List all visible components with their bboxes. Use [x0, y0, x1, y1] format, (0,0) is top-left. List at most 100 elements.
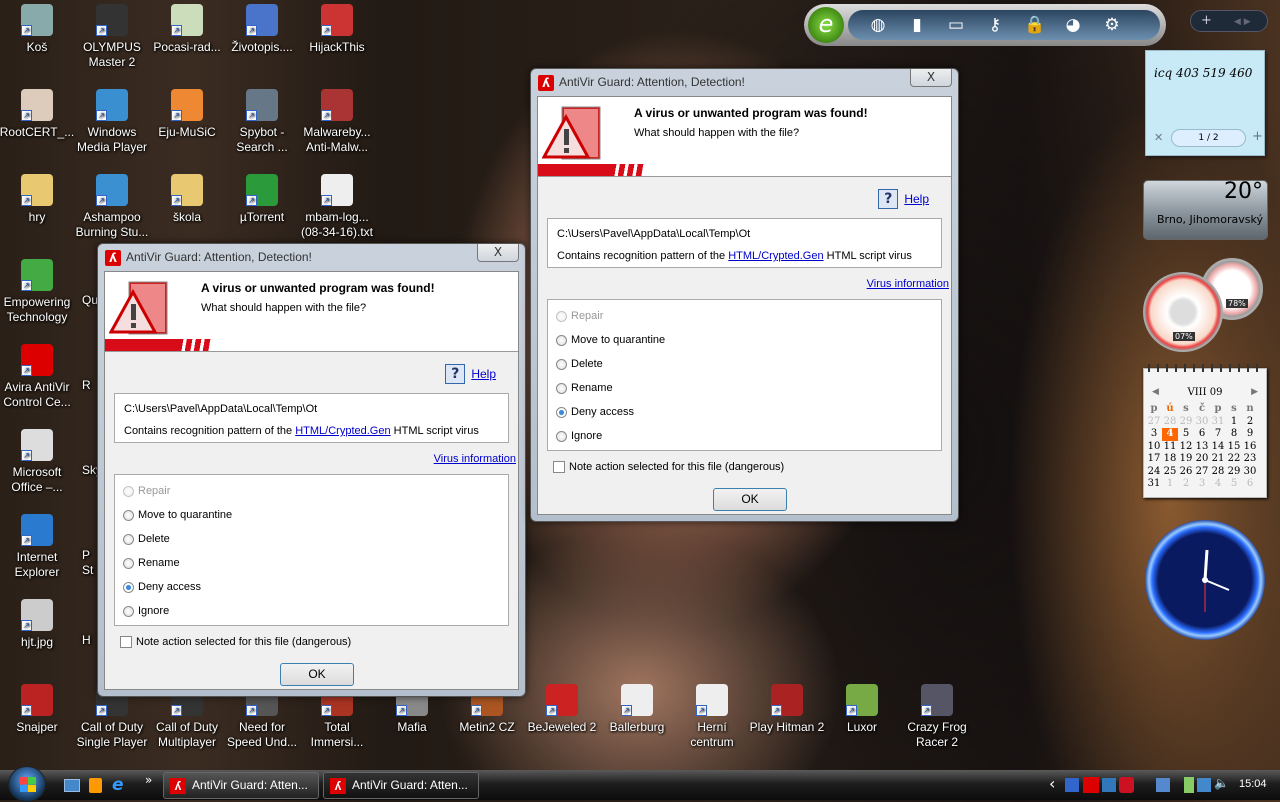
close-button[interactable]: X: [910, 69, 952, 87]
radio[interactable]: [123, 533, 134, 545]
radio[interactable]: [123, 605, 134, 617]
lock-icon[interactable]: 🔒: [1024, 15, 1045, 35]
calendar-day[interactable]: 14: [1210, 441, 1226, 454]
option-delete[interactable]: Delete: [123, 533, 170, 545]
calendar-day[interactable]: 29: [1226, 466, 1242, 479]
option-rename[interactable]: Rename: [556, 382, 613, 394]
close-button[interactable]: X: [477, 244, 519, 262]
calendar-today[interactable]: 4: [1162, 428, 1178, 441]
tray-window-icon[interactable]: [1156, 778, 1170, 792]
option-repair[interactable]: Repair: [556, 310, 603, 322]
desktop-icon[interactable]: ↗ Ashampoo Burning Stu...: [74, 174, 150, 240]
radio[interactable]: [556, 334, 567, 346]
calendar-day[interactable]: 16: [1242, 441, 1258, 454]
ok-button[interactable]: OK: [713, 488, 787, 511]
note-action-checkbox[interactable]: Note action selected for this file (dang…: [553, 461, 784, 473]
calendar-day[interactable]: 31: [1210, 416, 1226, 429]
radio[interactable]: [123, 557, 134, 569]
system-clock[interactable]: 15:04: [1239, 778, 1267, 790]
calendar-day[interactable]: 5: [1226, 478, 1242, 491]
ok-button[interactable]: OK: [280, 663, 354, 686]
calendar-day[interactable]: 11: [1162, 441, 1178, 454]
calendar-day[interactable]: 3: [1194, 478, 1210, 491]
option-ignore[interactable]: Ignore: [123, 605, 169, 617]
option-move-to-quarantine[interactable]: Move to quarantine: [556, 334, 665, 346]
calendar-day[interactable]: 6: [1194, 428, 1210, 441]
desktop-icon[interactable]: ↗ OLYMPUS Master 2: [74, 4, 150, 70]
desktop-icon[interactable]: ↗ Microsoft Office –...: [0, 429, 75, 495]
e-logo-icon[interactable]: e: [808, 7, 844, 43]
desktop-icon[interactable]: ↗ µTorrent: [224, 174, 300, 225]
calendar-day[interactable]: 13: [1194, 441, 1210, 454]
calendar-day[interactable]: 24: [1146, 466, 1162, 479]
note-pager[interactable]: 1 / 2: [1171, 129, 1246, 147]
desktop-icon[interactable]: ↗ Ballerburg: [599, 684, 675, 735]
desktop-icon[interactable]: ↗ Pocasi-rad...: [149, 4, 225, 55]
taskbar-button-antivir-2[interactable]: ʎ AntiVir Guard: Atten...: [323, 772, 479, 799]
radio[interactable]: [556, 358, 567, 370]
calendar-day[interactable]: 30: [1194, 416, 1210, 429]
help-icon[interactable]: ?: [445, 364, 466, 384]
calendar-day[interactable]: 15: [1226, 441, 1242, 454]
calendar-day[interactable]: 26: [1178, 466, 1194, 479]
add-gadget-button[interactable]: +: [1201, 13, 1212, 28]
note-text[interactable]: icq 403 519 460: [1154, 63, 1254, 83]
calendar-day[interactable]: 27: [1146, 416, 1162, 429]
desktop-icon[interactable]: ↗ Spybot - Search ...: [224, 89, 300, 155]
virus-information-link[interactable]: Virus information: [434, 453, 516, 465]
calendar-day[interactable]: 10: [1146, 441, 1162, 454]
radio[interactable]: [556, 382, 567, 394]
desktop-icon[interactable]: ↗ Herní centrum: [674, 684, 750, 750]
calendar-day[interactable]: 28: [1210, 466, 1226, 479]
radio[interactable]: [123, 509, 134, 521]
desktop-icon[interactable]: ↗ Empowering Technology: [0, 259, 75, 325]
start-button[interactable]: [8, 766, 46, 802]
globe-icon[interactable]: ◍: [868, 15, 888, 35]
desktop-icon[interactable]: ↗ Luxor: [824, 684, 900, 735]
desktop-icon[interactable]: ↗ Malwareby... Anti-Malw...: [299, 89, 375, 155]
option-deny-access[interactable]: Deny access: [123, 581, 201, 593]
calendar-day[interactable]: 4: [1210, 478, 1226, 491]
option-ignore[interactable]: Ignore: [556, 430, 602, 442]
add-note-icon[interactable]: +: [1252, 129, 1263, 144]
calendar-day[interactable]: 25: [1162, 466, 1178, 479]
calendar-day[interactable]: 12: [1178, 441, 1194, 454]
desktop-icon[interactable]: ↗ Avira AntiVir Control Ce...: [0, 344, 75, 410]
calendar-day[interactable]: 31: [1146, 478, 1162, 491]
checkbox[interactable]: [120, 636, 132, 648]
radio[interactable]: [556, 310, 567, 322]
radio[interactable]: [123, 485, 134, 497]
help-link[interactable]: Help: [904, 192, 929, 206]
calendar-day[interactable]: 7: [1210, 428, 1226, 441]
calendar-day[interactable]: 29: [1178, 416, 1194, 429]
desktop-icon[interactable]: ↗ Windows Media Player: [74, 89, 150, 155]
calendar-day[interactable]: 17: [1146, 453, 1162, 466]
desktop-icon[interactable]: ↗ Snajper: [0, 684, 75, 735]
key-icon[interactable]: ⚷: [985, 15, 1005, 35]
calendar-day[interactable]: 1: [1226, 416, 1242, 429]
desktop-icon[interactable]: ↗ Internet Explorer: [0, 514, 75, 580]
help-icon[interactable]: ?: [878, 189, 899, 209]
desktop-icon[interactable]: ↗ Životopis....: [224, 4, 300, 55]
tray-expand-button[interactable]: ‹: [1049, 774, 1055, 793]
option-rename[interactable]: Rename: [123, 557, 180, 569]
volume-icon[interactable]: 🔈: [1214, 776, 1229, 790]
show-desktop-icon[interactable]: [64, 779, 80, 792]
calendar-day[interactable]: 6: [1242, 478, 1258, 491]
note-action-checkbox[interactable]: Note action selected for this file (dang…: [120, 636, 351, 648]
network-icon[interactable]: [1197, 778, 1211, 792]
delete-note-icon[interactable]: ✕: [1154, 131, 1163, 144]
battery-icon[interactable]: ▮: [907, 15, 927, 35]
taskbar-button-antivir-1[interactable]: ʎ AntiVir Guard: Atten...: [163, 772, 319, 799]
desktop-icon[interactable]: ↗ Play Hitman 2: [749, 684, 825, 735]
desktop-icon[interactable]: ↗ RootCERT_...: [0, 89, 75, 140]
sticky-note-gadget[interactable]: icq 403 519 460 ✕ 1 / 2 +: [1145, 50, 1265, 156]
weather-gadget[interactable]: 20° Brno, Jihomoravský: [1143, 179, 1268, 240]
calendar-day[interactable]: 9: [1242, 428, 1258, 441]
satellite-icon[interactable]: ◕: [1063, 15, 1083, 35]
calendar-day[interactable]: 23: [1242, 453, 1258, 466]
checkbox[interactable]: [553, 461, 565, 473]
prev-icon[interactable]: ◀ ▶: [1234, 17, 1251, 27]
title-bar[interactable]: ʎ AntiVir Guard: Attention, Detection! X: [531, 69, 958, 96]
calendar-day[interactable]: 28: [1162, 416, 1178, 429]
